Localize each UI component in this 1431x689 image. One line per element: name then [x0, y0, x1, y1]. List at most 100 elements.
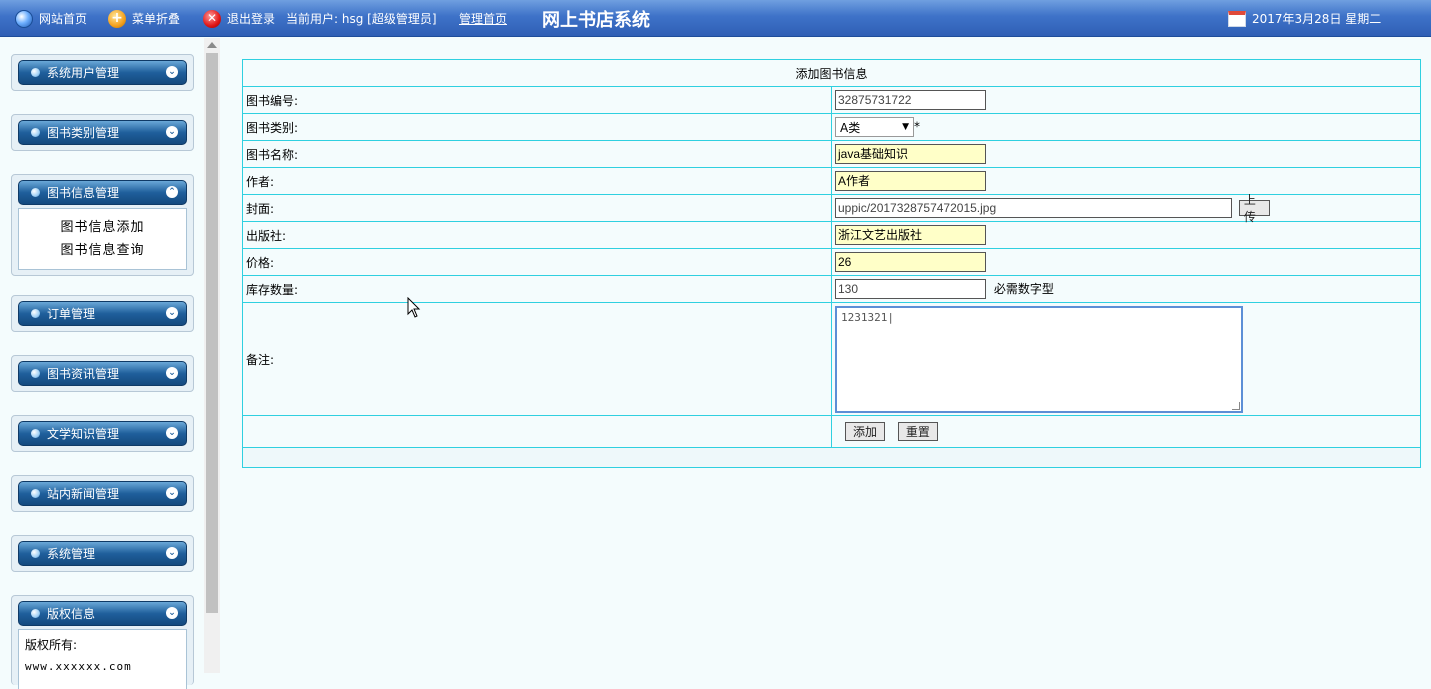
- remark-label: 备注:: [242, 302, 832, 416]
- category-selected: A类: [840, 120, 861, 135]
- menu-label: 图书类别管理: [47, 126, 120, 140]
- menu-label: 图书信息管理: [47, 186, 120, 200]
- menu-label: 版权信息: [47, 607, 96, 621]
- sidebar-scrollbar[interactable]: [204, 38, 220, 673]
- system-title: 网上书店系统: [542, 9, 650, 31]
- sidebar-item-book-query[interactable]: 图书信息查询: [25, 239, 180, 262]
- author-cell: A作者: [831, 167, 1421, 195]
- site-home-label: 网站首页: [39, 12, 88, 26]
- chevron-down-icon[interactable]: ⌄: [166, 367, 178, 379]
- menu-label: 系统用户管理: [47, 66, 120, 80]
- bullet-icon: [31, 309, 40, 318]
- chevron-down-icon[interactable]: ⌄: [166, 487, 178, 499]
- upload-button[interactable]: 上传: [1238, 193, 1270, 224]
- menu-literature: 文学知识管理 ⌄: [11, 415, 194, 452]
- price-label: 价格:: [242, 248, 832, 276]
- menu-label: 系统管理: [47, 547, 96, 561]
- add-button[interactable]: 添加: [845, 422, 885, 441]
- site-home-link[interactable]: 网站首页: [15, 0, 87, 37]
- menu-book-news: 图书资讯管理 ⌄: [11, 355, 194, 392]
- menu-label: 文学知识管理: [47, 427, 120, 441]
- book-no-label: 图书编号:: [242, 86, 832, 114]
- bullet-icon: [31, 429, 40, 438]
- current-user: 当前用户: hsg [超级管理员]: [286, 0, 437, 37]
- category-label: 图书类别:: [242, 113, 832, 141]
- menu-head-literature[interactable]: 文学知识管理 ⌄: [18, 421, 187, 446]
- admin-home-label: 管理首页: [459, 12, 508, 26]
- globe-icon: [15, 9, 33, 28]
- menu-body-book-info: 图书信息添加 图书信息查询: [18, 208, 187, 270]
- publisher-input[interactable]: 浙江文艺出版社: [835, 225, 986, 245]
- reset-button[interactable]: 重置: [897, 422, 938, 441]
- menu-head-site-news[interactable]: 站内新闻管理 ⌄: [18, 481, 187, 506]
- menu-system: 系统管理 ⌄: [11, 535, 194, 572]
- cover-input[interactable]: uppic/2017328757472015.jpg: [835, 198, 1232, 218]
- price-input[interactable]: 26: [835, 252, 986, 272]
- chevron-down-icon[interactable]: ⌄: [166, 547, 178, 559]
- book-no-input[interactable]: 32875731722: [835, 90, 986, 110]
- date-text: 2017年3月28日 星期二: [1252, 12, 1382, 26]
- chevron-down-icon[interactable]: ⌄: [166, 607, 178, 619]
- cover-cell: uppic/2017328757472015.jpg 上传: [831, 193, 1421, 224]
- publisher-label: 出版社:: [242, 221, 832, 249]
- bullet-icon: [31, 68, 40, 77]
- remark-textarea[interactable]: 1231321|: [835, 305, 1243, 413]
- category-select[interactable]: A类 ▼: [835, 117, 914, 137]
- menu-head-book-news[interactable]: 图书资讯管理 ⌄: [18, 361, 187, 386]
- menu-system-users: 系统用户管理 ⌄: [11, 54, 194, 91]
- sidebar-item-book-add[interactable]: 图书信息添加: [25, 216, 180, 239]
- cover-label: 封面:: [242, 194, 832, 222]
- chevron-up-icon[interactable]: ⌃: [166, 186, 178, 198]
- plus-circle-icon: +: [108, 9, 126, 28]
- menu-label: 图书资讯管理: [47, 367, 120, 381]
- calendar-icon: [1228, 10, 1246, 27]
- copyright-label: 版权所有:: [25, 638, 78, 652]
- chevron-down-icon[interactable]: ⌄: [166, 427, 178, 439]
- menu-head-system[interactable]: 系统管理 ⌄: [18, 541, 187, 566]
- scroll-up-icon[interactable]: [207, 42, 217, 48]
- book-name-label: 图书名称:: [242, 140, 832, 168]
- current-user-text: 当前用户: hsg [超级管理员]: [286, 12, 437, 26]
- chevron-down-icon[interactable]: ⌄: [166, 66, 178, 78]
- menu-label: 订单管理: [47, 307, 96, 321]
- stock-label: 库存数量:: [242, 275, 832, 303]
- close-circle-icon: ✕: [203, 9, 221, 28]
- book-name-cell: java基础知识: [831, 140, 1421, 168]
- caret-down-icon: ▼: [902, 122, 909, 132]
- main-content: 添加图书信息 图书编号: 32875731722 图书类别: A类 ▼ * 图书…: [242, 59, 1421, 468]
- copyright-site: www.xxxxxx.com: [25, 660, 132, 673]
- bullet-icon: [31, 549, 40, 558]
- admin-home-link[interactable]: 管理首页: [459, 0, 507, 37]
- menu-fold-label: 菜单折叠: [132, 12, 181, 26]
- chevron-down-icon[interactable]: ⌄: [166, 126, 178, 138]
- publisher-cell: 浙江文艺出版社: [831, 221, 1421, 249]
- remark-text: 1231321|: [841, 310, 894, 324]
- bullet-icon: [31, 369, 40, 378]
- resize-grip-icon[interactable]: [1232, 401, 1240, 410]
- price-cell: 26: [831, 248, 1421, 276]
- author-label: 作者:: [242, 167, 832, 195]
- menu-head-system-users[interactable]: 系统用户管理 ⌄: [18, 60, 187, 85]
- chevron-down-icon[interactable]: ⌄: [166, 307, 178, 319]
- menu-site-news: 站内新闻管理 ⌄: [11, 475, 194, 512]
- menu-head-copyright[interactable]: 版权信息 ⌄: [18, 601, 187, 626]
- menu-head-orders[interactable]: 订单管理 ⌄: [18, 301, 187, 326]
- stock-hint: 必需数字型: [993, 281, 1054, 296]
- form-footer: [242, 447, 1421, 468]
- author-input[interactable]: A作者: [835, 171, 986, 191]
- buttons-cell: 添加 重置: [831, 415, 1421, 448]
- date-display: 2017年3月28日 星期二: [1228, 0, 1381, 37]
- book-name-input[interactable]: java基础知识: [835, 144, 986, 164]
- bullet-icon: [31, 128, 40, 137]
- menu-head-book-category[interactable]: 图书类别管理 ⌄: [18, 120, 187, 145]
- menu-fold-link[interactable]: + 菜单折叠: [108, 0, 180, 37]
- menu-book-info: 图书信息管理 ⌃ 图书信息添加 图书信息查询: [11, 174, 194, 276]
- book-no-cell: 32875731722: [831, 86, 1421, 114]
- add-book-form: 添加图书信息 图书编号: 32875731722 图书类别: A类 ▼ * 图书…: [242, 59, 1421, 468]
- logout-link[interactable]: ✕ 退出登录: [203, 0, 275, 37]
- menu-head-book-info[interactable]: 图书信息管理 ⌃: [18, 180, 187, 205]
- scroll-thumb[interactable]: [206, 53, 218, 613]
- stock-input[interactable]: 130: [835, 279, 986, 299]
- logout-label: 退出登录: [227, 12, 276, 26]
- menu-orders: 订单管理 ⌄: [11, 295, 194, 332]
